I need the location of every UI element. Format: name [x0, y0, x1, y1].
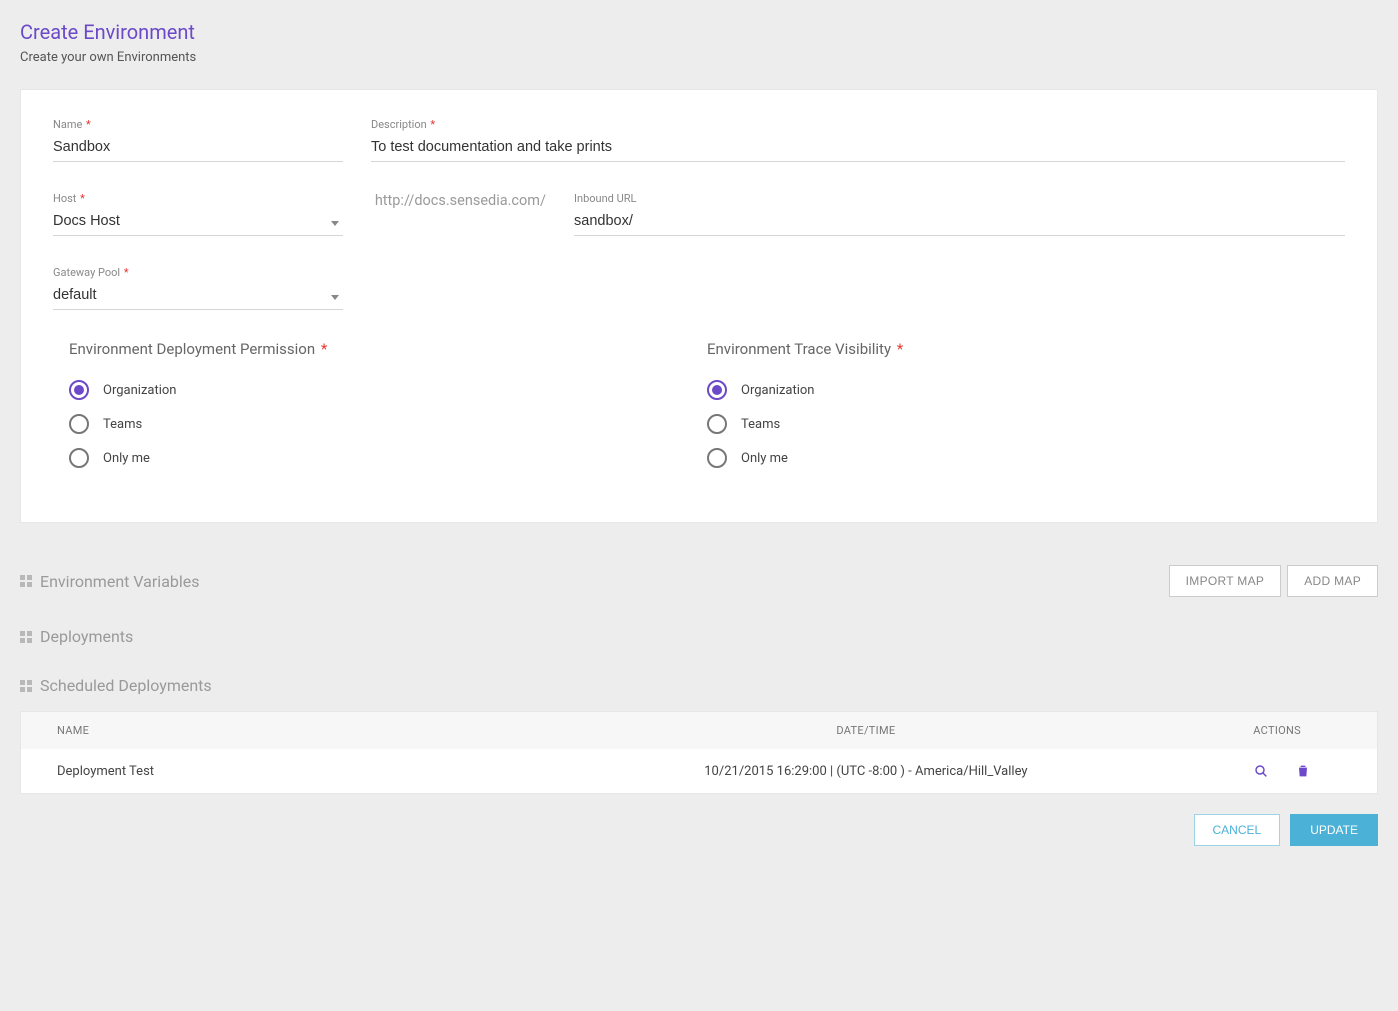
trace-visibility-title: Environment Trace Visibility * [707, 340, 1345, 358]
gateway-pool-select[interactable] [53, 283, 343, 310]
page-subtitle: Create your own Environments [20, 50, 1378, 65]
scheduled-deployments-heading: Scheduled Deployments [20, 676, 212, 695]
inbound-url-label: Inbound URL [574, 192, 1345, 205]
visibility-radio-teams[interactable]: Teams [707, 414, 1345, 434]
deployments-heading: Deployments [20, 627, 133, 646]
search-icon[interactable] [1253, 763, 1269, 779]
description-input[interactable] [371, 135, 1345, 162]
trace-visibility-group: Environment Trace Visibility * Organizat… [707, 340, 1345, 482]
environment-variables-heading: Environment Variables [20, 572, 200, 591]
deployment-permission-group: Environment Deployment Permission * Orga… [69, 340, 707, 482]
page-title: Create Environment [20, 20, 1378, 44]
permission-radio-only-me[interactable]: Only me [69, 448, 707, 468]
column-header-date: DATE/TIME [596, 724, 1135, 737]
update-button[interactable]: UPDATE [1290, 814, 1378, 846]
inbound-url-input[interactable] [574, 209, 1345, 236]
permission-radio-organization[interactable]: Organization [69, 380, 707, 400]
permission-radio-teams[interactable]: Teams [69, 414, 707, 434]
column-header-actions: ACTIONS [1136, 724, 1341, 737]
visibility-radio-organization[interactable]: Organization [707, 380, 1345, 400]
grid-icon [20, 680, 32, 692]
scheduled-deployments-table: NAME DATE/TIME ACTIONS Deployment Test 1… [20, 711, 1378, 794]
column-header-name: NAME [57, 724, 596, 737]
host-select[interactable] [53, 209, 343, 236]
name-label: Name * [53, 118, 343, 131]
import-map-button[interactable]: IMPORT MAP [1169, 565, 1282, 597]
host-label: Host * [53, 192, 343, 205]
url-prefix: http://docs.sensedia.com/ [375, 192, 546, 209]
gateway-pool-label: Gateway Pool * [53, 266, 343, 279]
grid-icon [20, 575, 32, 587]
visibility-radio-only-me[interactable]: Only me [707, 448, 1345, 468]
row-date: 10/21/2015 16:29:00 | (UTC -8:00 ) - Ame… [596, 764, 1135, 779]
delete-icon[interactable] [1295, 763, 1311, 779]
cancel-button[interactable]: CANCEL [1194, 814, 1281, 846]
grid-icon [20, 631, 32, 643]
add-map-button[interactable]: ADD MAP [1287, 565, 1378, 597]
row-name: Deployment Test [57, 764, 596, 779]
form-card: Name * Description * Host * http://docs.… [20, 89, 1378, 523]
deployment-permission-title: Environment Deployment Permission * [69, 340, 707, 358]
table-row: Deployment Test 10/21/2015 16:29:00 | (U… [21, 749, 1377, 793]
description-label: Description * [371, 118, 1345, 131]
name-input[interactable] [53, 135, 343, 162]
